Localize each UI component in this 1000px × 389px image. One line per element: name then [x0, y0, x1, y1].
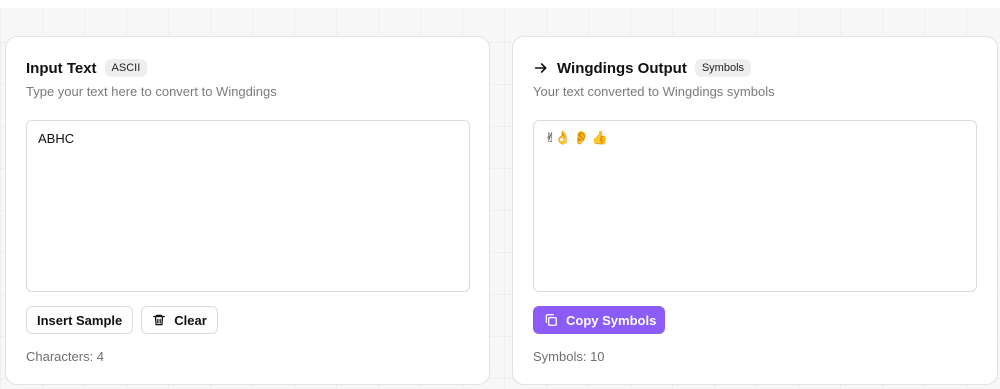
input-subtitle: Type your text here to convert to Wingdi… [26, 84, 277, 99]
arrow-right-icon [533, 60, 549, 76]
character-count: Characters: 4 [26, 349, 105, 364]
output-actions: Copy Symbols [533, 306, 666, 334]
input-textarea[interactable]: ABHC [26, 120, 470, 292]
ascii-badge: ASCII [104, 59, 148, 77]
input-actions: Insert Sample Clear [26, 306, 218, 334]
copy-icon [544, 313, 558, 327]
top-band [0, 0, 1000, 8]
insert-sample-button[interactable]: Insert Sample [26, 306, 134, 334]
clear-label: Clear [174, 312, 207, 328]
copy-symbols-label: Copy Symbols [566, 312, 657, 328]
symbol-count: Symbols: 10 [533, 349, 605, 364]
page: Input Text ASCII Type your text here to … [0, 0, 1000, 389]
output-subtitle: Your text converted to Wingdings symbols [533, 84, 775, 99]
output-display[interactable]: ✌👌 👂 👍 [533, 120, 977, 292]
output-title: Wingdings Output [557, 59, 687, 77]
clear-button[interactable]: Clear [141, 306, 218, 334]
symbols-badge: Symbols [694, 59, 752, 77]
output-card-header: Wingdings Output Symbols [533, 59, 752, 77]
input-card-header: Input Text ASCII [26, 59, 148, 77]
output-card: Wingdings Output Symbols Your text conve… [512, 36, 998, 385]
input-card: Input Text ASCII Type your text here to … [5, 36, 490, 385]
copy-symbols-button[interactable]: Copy Symbols [533, 306, 666, 334]
trash-icon [152, 313, 166, 327]
insert-sample-label: Insert Sample [37, 312, 123, 328]
input-title: Input Text [26, 59, 97, 77]
